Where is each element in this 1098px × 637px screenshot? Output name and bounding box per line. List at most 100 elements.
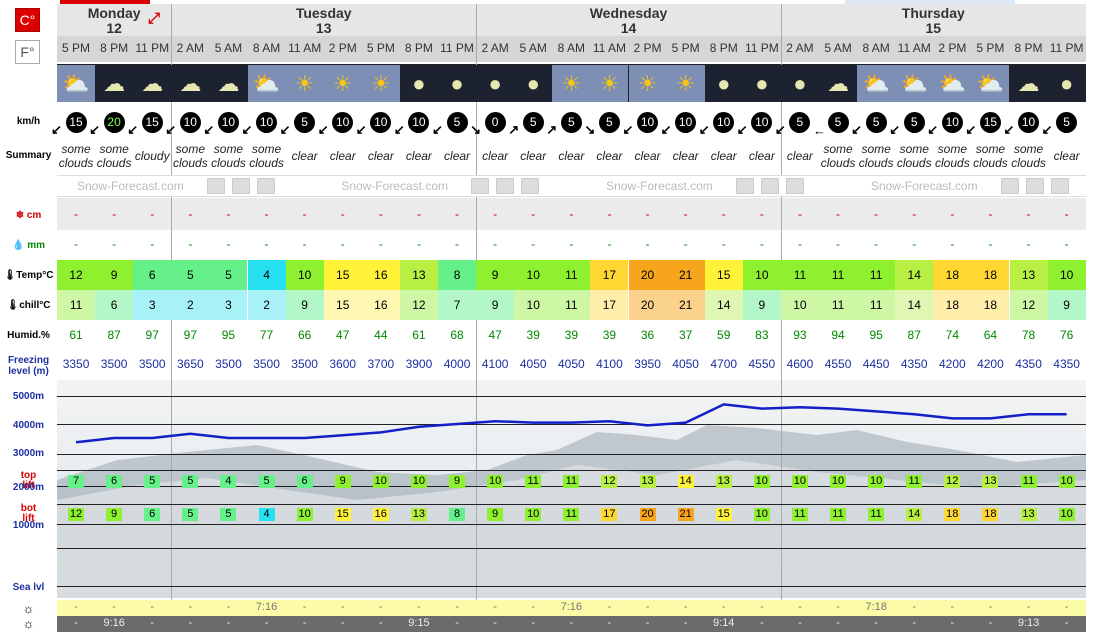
- time-cell: 5 AM: [214, 41, 243, 55]
- rain-cell: -: [569, 237, 574, 251]
- wind-arrow-icon: ↙: [622, 122, 634, 137]
- sun-cloud-icon: ⛅: [247, 65, 286, 102]
- summary-cell: clear: [444, 149, 471, 163]
- summary-cell: clear: [634, 149, 661, 163]
- day-header: Tuesday 13: [171, 4, 477, 36]
- freezing-cell: 4100: [596, 357, 623, 371]
- sun-icon: ☀: [590, 65, 629, 102]
- day-name: Thursday: [901, 5, 965, 21]
- wind-arrow-icon: ↙: [279, 122, 291, 137]
- sunrise-cell: -: [1064, 601, 1069, 613]
- chill-cell: 18: [933, 290, 972, 320]
- brand-badge-icon: [471, 178, 490, 194]
- sunrise-cell: -: [721, 601, 726, 613]
- sunrise-cell: -: [302, 601, 307, 613]
- fahrenheit-button[interactable]: F°: [15, 40, 40, 64]
- rain-cell: -: [1026, 237, 1031, 251]
- wind-arrow-icon: ↗: [508, 122, 520, 137]
- humidity-cell: 76: [1059, 328, 1074, 342]
- freezing-cell: 4000: [443, 357, 471, 371]
- freezing-cell: 3500: [291, 357, 318, 371]
- day-date: 14: [620, 20, 637, 36]
- time-cell: 2 PM: [633, 41, 662, 55]
- wind-direction-icon: 5: [903, 111, 925, 133]
- snow-cell: -: [1064, 207, 1069, 221]
- rain-cell: -: [721, 237, 726, 251]
- snow-cell: -: [150, 207, 155, 221]
- snow-cell: -: [74, 207, 79, 221]
- wind-arrow-icon: ↙: [317, 122, 329, 137]
- sunset-cell: -: [302, 617, 307, 629]
- chill-cell: 10: [514, 290, 553, 320]
- raindrop-icon: 💧: [11, 240, 25, 251]
- sunset-cell: 9:16: [103, 617, 125, 629]
- temp-cell: 9: [95, 260, 134, 290]
- wind-direction-icon: 5: [522, 111, 544, 133]
- moon-cloud-icon: ☁: [209, 65, 248, 102]
- humidity-cell: 68: [450, 328, 464, 342]
- brand-badge-icon: [1000, 178, 1019, 194]
- rain-cell: -: [797, 237, 802, 251]
- rain-label: 💧 mm: [11, 240, 46, 251]
- sunrise-cell: -: [531, 601, 536, 613]
- wind-direction-icon: 10: [637, 111, 658, 133]
- sunrise-cell: -: [112, 601, 116, 613]
- chill-cell: 11: [552, 290, 591, 320]
- wind-direction-icon: 5: [560, 111, 582, 133]
- freezing-cell: 3700: [367, 357, 395, 371]
- wind-arrow-icon: ↗: [546, 122, 558, 137]
- sunset-cell: -: [379, 617, 383, 629]
- snow-cell: -: [797, 207, 802, 221]
- summary-cell: some clouds: [935, 142, 970, 170]
- rain-cell: -: [112, 237, 117, 251]
- celsius-button[interactable]: C°: [15, 8, 40, 32]
- wind-direction-icon: 5: [865, 111, 887, 133]
- freezing-cell: 3500: [253, 357, 280, 371]
- time-cell: 2 AM: [176, 41, 205, 55]
- temp-cell: 5: [209, 260, 248, 290]
- chill-cell: 3: [133, 290, 172, 320]
- wind-arrow-icon: ↙: [889, 122, 901, 137]
- temp-cell: 18: [971, 260, 1010, 290]
- snow-cell: -: [836, 207, 841, 221]
- sunset-cell: -: [340, 617, 345, 629]
- temp-cell: 8: [438, 260, 477, 290]
- summary-cell: clear: [596, 149, 623, 163]
- rain-cell: -: [188, 237, 193, 251]
- temp-cell: 11: [819, 260, 858, 290]
- sun-cloud-icon: ⛅: [933, 65, 972, 102]
- wind-direction-icon: 20: [103, 111, 125, 133]
- sunset-icon: ☼: [22, 616, 35, 631]
- time-cell: 11 AM: [897, 41, 931, 55]
- time-cell: 8 PM: [100, 41, 129, 55]
- wind-cell: ↙ 5: [1042, 110, 1086, 137]
- freezing-cell: 4200: [977, 357, 1004, 371]
- time-cell: 5 AM: [519, 41, 547, 55]
- wind-direction-icon: 10: [332, 111, 354, 133]
- brand-badge-icon: [1050, 178, 1069, 194]
- time-cell: 8 AM: [862, 41, 890, 55]
- snow-cell: -: [721, 207, 726, 221]
- rain-cell: -: [645, 237, 650, 251]
- wind-arrow-icon: ↙: [241, 122, 253, 137]
- expand-icon[interactable]: ⤢: [148, 10, 160, 27]
- snow-cell: -: [1026, 207, 1031, 221]
- freezing-cell: 4350: [900, 357, 928, 371]
- summary-cell: clear: [405, 149, 432, 163]
- snow-cell: -: [226, 207, 231, 221]
- sunrise-cell: -: [379, 601, 383, 613]
- time-cell: 5 PM: [671, 41, 700, 55]
- moon-cloud-icon: ☁: [171, 65, 210, 102]
- wind-arrow-icon: ↙: [393, 122, 405, 137]
- time-cell: 2 PM: [938, 41, 967, 55]
- brand-badge-icon: [257, 178, 275, 194]
- humidity-cell: 95: [869, 328, 883, 342]
- freezing-cell: 4350: [1053, 357, 1080, 371]
- temp-cell: 11: [857, 260, 896, 290]
- sunrise-cell: -: [645, 601, 650, 613]
- freezing-cell: 4550: [748, 357, 776, 371]
- temp-cell: 16: [361, 260, 400, 290]
- summary-cell: clear: [329, 149, 356, 163]
- wind-arrow-icon: ↙: [736, 122, 748, 137]
- sunset-cell: -: [531, 617, 536, 629]
